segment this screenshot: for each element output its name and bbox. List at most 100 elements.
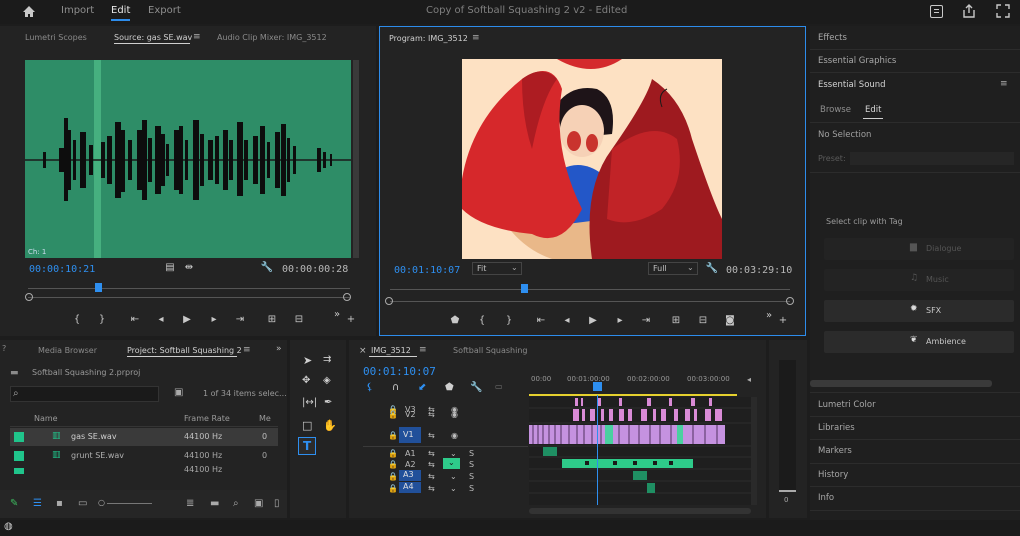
fullscreen-icon[interactable] — [996, 4, 1010, 18]
table-row[interactable]: ▥ gas SE.wav 44100 Hz 0 — [10, 428, 278, 446]
program-zoom-right[interactable] — [786, 297, 794, 305]
thumbnail-zoom-slider[interactable] — [107, 503, 152, 504]
share-icon[interactable] — [962, 4, 976, 18]
label-color-swatch[interactable] — [14, 432, 24, 442]
export-frame-icon[interactable]: ◙ — [723, 315, 737, 326]
source-scrub-bar[interactable] — [28, 288, 350, 289]
workspaces-icon[interactable] — [930, 5, 943, 18]
sfx-button[interactable]: ✹ SFX — [824, 300, 1014, 322]
panel-markers[interactable]: Markers — [818, 446, 852, 456]
step-forward-icon[interactable]: ▸ — [207, 314, 221, 325]
solo-icon[interactable]: S — [469, 484, 474, 493]
column-name[interactable]: Name — [34, 414, 58, 423]
mark-in-icon[interactable]: { — [70, 314, 84, 325]
pencil-icon[interactable]: ✎ — [10, 498, 18, 509]
overwrite-clip-icon[interactable]: ⊟ — [292, 314, 306, 325]
panel-effects[interactable]: Effects — [818, 33, 847, 43]
work-area-bar[interactable] — [529, 394, 737, 396]
tab-edit-sound[interactable]: Edit — [865, 105, 881, 115]
project-menu-icon[interactable]: ≡ — [243, 345, 251, 355]
rectangle-tool-icon[interactable]: □ — [302, 419, 312, 432]
lock-icon[interactable]: 🔒 — [388, 449, 398, 458]
program-go-to-out-icon[interactable]: ⇥ — [639, 315, 653, 326]
tab-source[interactable]: Source: gas SE.wav — [114, 33, 192, 42]
lock-icon[interactable]: 🔒 — [388, 484, 398, 493]
play-icon[interactable]: ▶ — [180, 314, 194, 325]
panel-lumetri-color[interactable]: Lumetri Color — [818, 400, 876, 410]
insert-icon[interactable]: ⇹ — [182, 262, 196, 273]
a3-target[interactable]: A3 — [399, 470, 421, 481]
zoom-handle-right[interactable] — [343, 293, 351, 301]
tab-sequence-softball[interactable]: Softball Squashing — [453, 346, 528, 355]
source-settings-icon[interactable]: ▤ — [163, 262, 177, 273]
label-color-swatch[interactable] — [14, 451, 24, 461]
panel-info[interactable]: Info — [818, 493, 834, 503]
tab-project[interactable]: Project: Softball Squashing 2 — [127, 346, 242, 355]
panel-more-icon[interactable]: » — [276, 344, 282, 354]
program-playhead[interactable] — [521, 284, 528, 293]
program-add-button-icon[interactable]: + — [776, 315, 790, 326]
snap-icon[interactable]: ∩ — [392, 382, 399, 393]
go-to-out-icon[interactable]: ⇥ — [233, 314, 247, 325]
project-search-input[interactable]: ⌕ — [10, 386, 159, 402]
lock-icon[interactable]: 🔒 — [388, 460, 398, 469]
essential-sound-menu-icon[interactable]: ≡ — [1000, 79, 1008, 89]
program-more-buttons-icon[interactable]: » — [762, 310, 776, 321]
timeline-close-icon[interactable]: × — [359, 346, 367, 356]
creative-cloud-icon[interactable]: ◍ — [4, 521, 13, 532]
a4-target[interactable]: A4 — [399, 482, 421, 493]
tab-browse[interactable]: Browse — [820, 105, 851, 115]
program-step-forward-icon[interactable]: ▸ — [613, 315, 627, 326]
find-icon[interactable]: ⌕ — [233, 498, 239, 509]
track-select-icon[interactable]: ⇉ — [323, 354, 331, 365]
new-bin-footer-icon[interactable]: ▣ — [254, 498, 263, 509]
source-zoom-bar[interactable] — [28, 297, 350, 298]
sync-lock-icon[interactable]: ⇆ — [428, 431, 435, 440]
panel-libraries[interactable]: Libraries — [818, 423, 855, 433]
panel-essential-graphics[interactable]: Essential Graphics — [818, 56, 896, 66]
tab-import[interactable]: Import — [61, 5, 94, 16]
captions-icon[interactable]: ▭ — [495, 382, 503, 391]
track-label[interactable]: A1 — [405, 449, 416, 458]
list-view-icon[interactable]: ☰ — [33, 498, 42, 509]
source-scrollbar[interactable] — [353, 60, 359, 258]
track-label[interactable]: A2 — [405, 460, 416, 469]
dialogue-button[interactable]: ▆ Dialogue — [824, 238, 1014, 260]
preset-dropdown[interactable] — [850, 152, 1014, 165]
program-wrench-icon[interactable]: 🔧 — [705, 263, 719, 274]
source-playhead[interactable] — [95, 283, 102, 292]
sync-lock-icon[interactable]: ⇆ — [428, 460, 435, 469]
home-icon[interactable] — [22, 5, 36, 18]
program-video-frame[interactable] — [462, 59, 722, 259]
column-extra[interactable]: Me — [259, 414, 271, 423]
lift-icon[interactable]: ⊞ — [669, 315, 683, 326]
solo-icon[interactable]: S — [469, 472, 474, 481]
pen-tool-icon[interactable]: ✒ — [324, 397, 332, 408]
table-row[interactable]: 44100 Hz — [10, 466, 278, 474]
new-bin-icon[interactable]: ▣ — [174, 387, 183, 398]
sync-lock-icon[interactable]: ⇆ — [428, 484, 435, 493]
sync-lock-icon[interactable]: ⇆ — [428, 410, 435, 419]
timeline-hscrollbar[interactable] — [529, 508, 751, 514]
lock-icon[interactable]: 🔒 — [388, 472, 398, 481]
panel-essential-sound[interactable]: Essential Sound — [818, 80, 886, 90]
insert-clip-icon[interactable]: ⊞ — [265, 314, 279, 325]
program-mark-out-icon[interactable]: } — [502, 315, 516, 326]
tab-export[interactable]: Export — [148, 5, 181, 16]
eye-icon[interactable]: ◉ — [451, 431, 458, 440]
lock-icon[interactable]: 🔒 — [388, 431, 398, 440]
timeline-ruler[interactable]: 00:00 00:01:00:00 00:02:00:00 00:03:00:0… — [529, 374, 749, 396]
solo-icon[interactable]: S — [469, 449, 474, 458]
tab-program[interactable]: Program: IMG_3512 — [389, 34, 468, 43]
ruler-scroll-icon[interactable]: ◂ — [747, 375, 751, 384]
right-panel-scrollbar[interactable] — [810, 380, 992, 387]
program-menu-icon[interactable]: ≡ — [472, 33, 480, 43]
source-menu-icon[interactable]: ≡ — [193, 32, 201, 42]
program-zoom-bar[interactable] — [390, 301, 790, 302]
bin-icon[interactable]: ▬ — [210, 498, 219, 509]
program-timecode[interactable]: 00:01:10:07 — [394, 265, 460, 276]
add-marker-icon[interactable]: ⬟ — [448, 315, 462, 326]
timeline-playhead-line[interactable] — [597, 395, 598, 505]
new-item-icon[interactable]: ▯ — [274, 498, 280, 509]
table-row[interactable]: ▥ grunt SE.wav 44100 Hz 0 — [10, 447, 278, 465]
